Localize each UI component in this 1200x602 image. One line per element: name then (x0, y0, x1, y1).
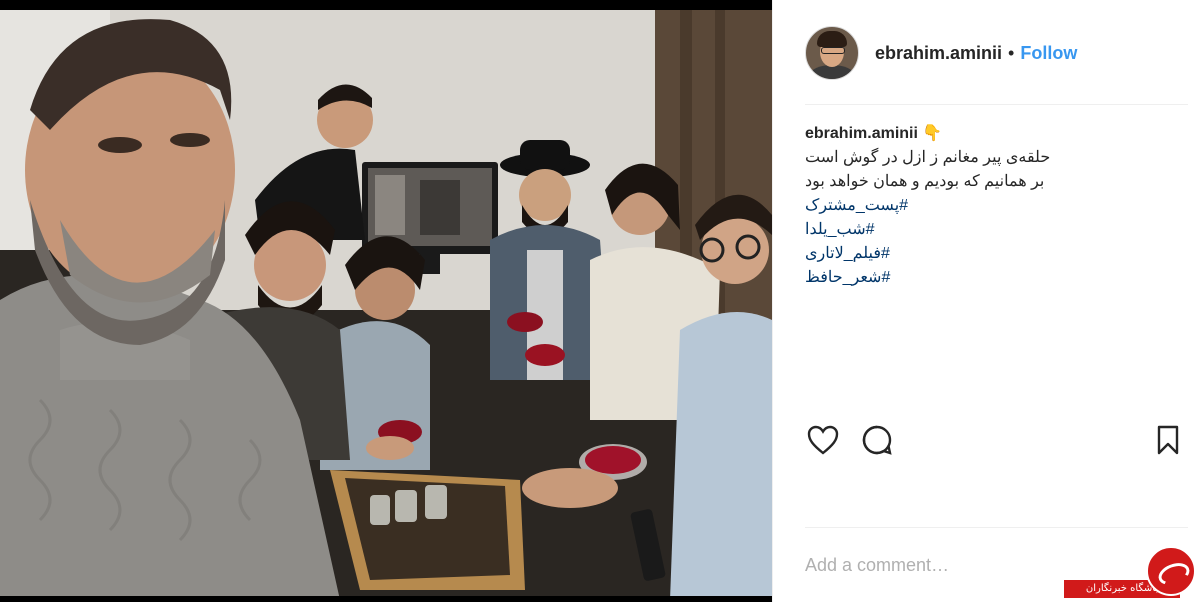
caption-username[interactable]: ebrahim.aminii (805, 125, 918, 142)
caption-line: حلقه‌ی پیر مغانم ز ازل در گوش است (805, 149, 1051, 166)
group-selfie-image (0, 10, 772, 600)
hashtag-link[interactable]: #شعر_حافظ (805, 266, 1185, 290)
post-header: ebrahim.aminii • Follow (805, 26, 1188, 80)
watermark-emblem-icon (1146, 546, 1196, 596)
caption-line: بر همانیم که بودیم و همان خواهد بود (805, 173, 1045, 190)
comment-divider (805, 527, 1188, 528)
hashtag-link[interactable]: #پست_مشترک (805, 194, 1185, 218)
separator-dot: • (1008, 42, 1015, 63)
hashtag-link[interactable]: #فیلم_لاتاری (805, 242, 1185, 266)
post-caption: ebrahim.aminii 👇 حلقه‌ی پیر مغانم ز ازل … (805, 122, 1185, 290)
username-link[interactable]: ebrahim.aminii (875, 43, 1002, 64)
pointing-down-emoji: 👇 (922, 125, 943, 142)
hashtag-link[interactable]: #شب_یلدا (805, 218, 1185, 242)
follow-button[interactable]: Follow (1020, 43, 1077, 64)
bookmark-icon[interactable] (1150, 422, 1186, 458)
header-divider (805, 104, 1188, 105)
post-sidebar: ebrahim.aminii • Follow ebrahim.aminii 👇… (772, 0, 1200, 602)
avatar[interactable] (805, 26, 859, 80)
watermark-logo: باشگاه خبرنگاران (1064, 546, 1200, 602)
heart-icon[interactable] (805, 422, 841, 458)
action-bar (805, 420, 1186, 460)
post-photo[interactable] (0, 0, 772, 602)
comment-bubble-icon[interactable] (859, 422, 895, 458)
